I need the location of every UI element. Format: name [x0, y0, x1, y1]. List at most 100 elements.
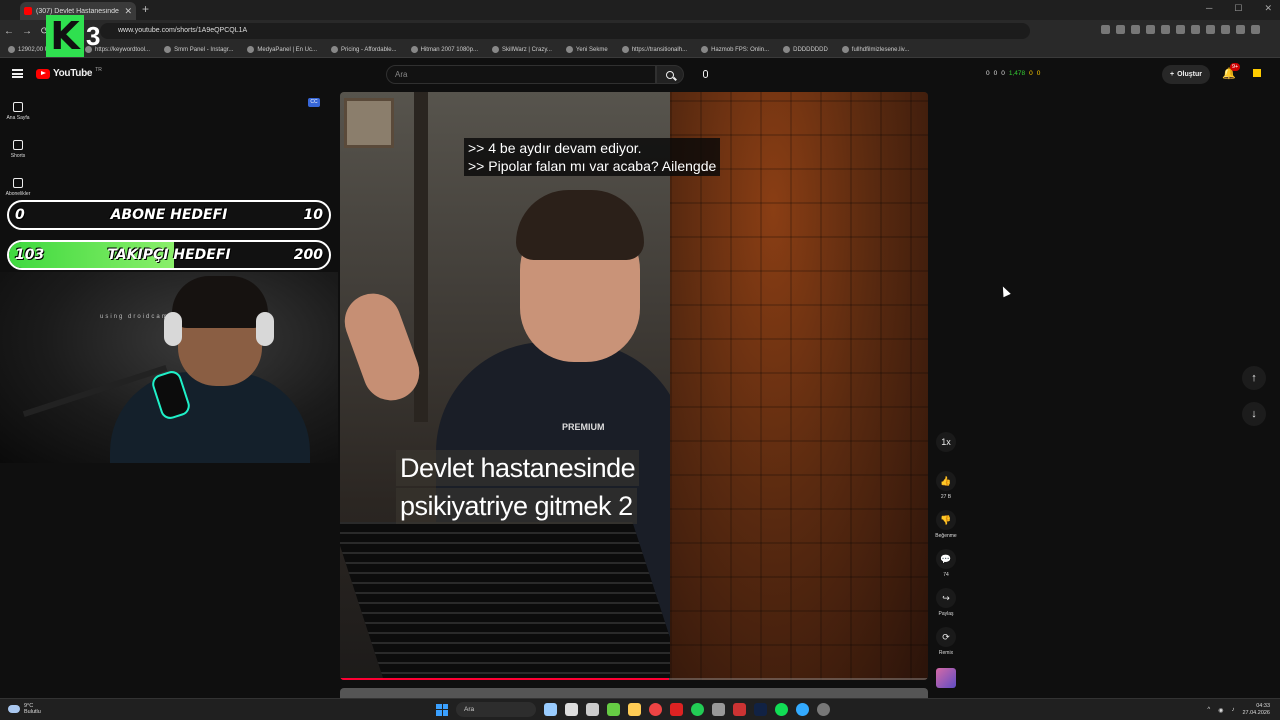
youtube-logo[interactable]: YouTube TR: [36, 67, 102, 79]
minimize-icon[interactable]: ─: [1206, 3, 1212, 14]
voice-search-button[interactable]: [696, 65, 714, 83]
dislike-action[interactable]: 👎 Beğenme: [935, 510, 957, 549]
taskview-icon[interactable]: [544, 703, 557, 716]
bookmark-item[interactable]: Hitman 2007 1080p...: [410, 46, 478, 53]
dislike-icon[interactable]: 👎: [936, 510, 956, 530]
bookmark-item[interactable]: fullhdfilmizlesene.liv...: [841, 46, 910, 53]
previous-short-button[interactable]: ↑: [1242, 366, 1266, 390]
remix-action[interactable]: ⟳ Remix: [936, 627, 956, 666]
volume-icon[interactable]: ♪: [1231, 707, 1234, 713]
comment-action[interactable]: 💬 74: [936, 549, 956, 588]
bookmark-label: Smm Panel - Instagr...: [174, 46, 234, 53]
date: 27.04.2026: [1242, 710, 1270, 716]
search-input[interactable]: Ara: [386, 65, 656, 84]
bookmark-item[interactable]: DDDDDDDD: [783, 46, 828, 53]
action-label: Beğenme: [935, 533, 957, 539]
spotify-icon[interactable]: [775, 703, 788, 716]
xbox-icon[interactable]: [607, 703, 620, 716]
sound-thumbnail[interactable]: [936, 668, 956, 688]
bookmark-item[interactable]: Yeni Sekme: [565, 46, 608, 53]
guide-item-shorts[interactable]: Shorts: [0, 130, 36, 168]
new-tab-button[interactable]: +: [142, 2, 149, 16]
tray-chevron-icon[interactable]: ^: [1207, 707, 1210, 713]
bookmark-item[interactable]: MedyaPanel | En Uc...: [247, 46, 317, 53]
extension-icon[interactable]: [1191, 25, 1200, 34]
bookmark-item[interactable]: Pricing - Affordable...: [331, 46, 397, 53]
share-icon[interactable]: ↪: [936, 588, 956, 608]
close-window-icon[interactable]: ✕: [1264, 3, 1272, 14]
close-tab-icon[interactable]: ✕: [124, 6, 132, 17]
share-action[interactable]: ↪ Paylaş: [936, 588, 956, 627]
video-scene-right: [670, 92, 928, 680]
file-explorer-icon[interactable]: [628, 703, 641, 716]
edge-icon[interactable]: [796, 703, 809, 716]
cc-button[interactable]: CC: [308, 98, 320, 107]
logo-wordmark: YouTube: [53, 68, 93, 79]
app-icon[interactable]: [670, 703, 683, 716]
bookmark-favicon-icon: [491, 46, 499, 53]
menu-icon[interactable]: [1251, 25, 1260, 34]
account-avatar[interactable]: [1253, 69, 1261, 77]
laptop-keyboard: [340, 522, 688, 680]
remix-icon[interactable]: ⟳: [936, 627, 956, 647]
bookmark-item[interactable]: SkillWarz | Crazy...: [491, 46, 552, 53]
store-icon[interactable]: [586, 703, 599, 716]
bookmark-label: fullhdfilmizlesene.liv...: [851, 46, 910, 53]
bookmark-favicon-icon: [8, 46, 15, 53]
bookmark-item[interactable]: Smm Panel - Instagr...: [164, 46, 233, 53]
extension-icon[interactable]: [1161, 25, 1170, 34]
weather-widget[interactable]: 9°C Bulutlu: [8, 703, 41, 715]
bookmark-item[interactable]: https://transitionalh...: [621, 46, 688, 53]
goal-label: TAKIPÇI HEDEFI: [107, 247, 231, 263]
bookmark-item[interactable]: Hazmob FPS: Onlin...: [701, 46, 769, 53]
profile-icon[interactable]: [1236, 25, 1245, 34]
youtube-play-icon: [36, 68, 50, 79]
windows-start-icon[interactable]: [436, 703, 448, 716]
hamburger-menu-icon[interactable]: [12, 69, 23, 78]
bookmark-favicon-icon: [841, 46, 849, 53]
video-progress-bar[interactable]: [340, 678, 928, 680]
chrome-icon[interactable]: [649, 703, 662, 716]
wifi-icon[interactable]: ◉: [1218, 707, 1223, 714]
search-button[interactable]: [656, 65, 684, 84]
maximize-icon[interactable]: ☐: [1234, 3, 1242, 14]
goal-target: 200: [293, 247, 323, 263]
extension-icon[interactable]: [1206, 25, 1215, 34]
bookmark-favicon-icon: [247, 46, 255, 53]
next-short-preview[interactable]: [340, 688, 928, 698]
star-icon[interactable]: [1116, 25, 1125, 34]
extension-icon[interactable]: [1221, 25, 1230, 34]
photoshop-icon[interactable]: [754, 703, 767, 716]
back-icon[interactable]: ←: [0, 26, 18, 37]
address-bar[interactable]: www.youtube.com/shorts/1A9eQPCQL1A: [100, 23, 1030, 39]
bookmark-label: https://transitionalh...: [631, 46, 688, 53]
extension-icon[interactable]: [1101, 25, 1110, 34]
next-short-button[interactable]: ↓: [1242, 402, 1266, 426]
guide-item-home[interactable]: Ana Sayfa: [0, 92, 36, 130]
shorts-video-player[interactable]: PREMIUM >> 4 be aydır devam ediyor. >> P…: [340, 92, 928, 680]
extension-icon[interactable]: [1131, 25, 1140, 34]
comment-icon[interactable]: 💬: [936, 549, 956, 569]
settings-icon[interactable]: [817, 703, 830, 716]
plus-icon: +: [1170, 71, 1175, 78]
like-action[interactable]: 👍 27 B: [936, 471, 956, 510]
stat-counter: 1,478: [1008, 70, 1026, 77]
extension-icon[interactable]: [1176, 25, 1185, 34]
wall-frame: [344, 98, 394, 148]
app-icon[interactable]: [733, 703, 746, 716]
speed-icon[interactable]: 1x: [936, 432, 956, 452]
guide-item-label: Shorts: [10, 152, 26, 159]
speed-action[interactable]: 1x: [936, 432, 956, 471]
extension-icon[interactable]: [1146, 25, 1155, 34]
app-icon[interactable]: [712, 703, 725, 716]
subscriptions-icon: [13, 177, 23, 188]
follower-goal-bar: 103 TAKIPÇI HEDEFI 200: [7, 240, 331, 270]
video-scene-left: PREMIUM: [340, 92, 688, 680]
forward-icon[interactable]: →: [18, 26, 36, 37]
like-icon[interactable]: 👍: [936, 471, 956, 491]
clock[interactable]: 04:33 27.04.2026: [1242, 703, 1270, 717]
chatgpt-icon[interactable]: [565, 703, 578, 716]
taskbar-search[interactable]: Ara: [456, 702, 536, 717]
create-button[interactable]: + Oluştur: [1162, 65, 1210, 84]
whatsapp-icon[interactable]: [691, 703, 704, 716]
